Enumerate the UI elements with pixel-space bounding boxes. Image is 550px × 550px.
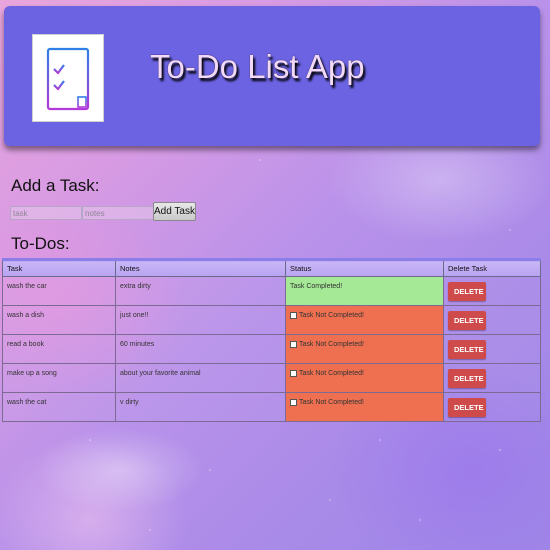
status-cell-completed[interactable]: Task Completed! <box>285 276 444 306</box>
status-text: Task Not Completed! <box>299 399 364 406</box>
delete-cell: DELETE <box>443 305 541 335</box>
delete-cell: DELETE <box>443 363 541 393</box>
app-header: To-Do List App <box>4 6 540 146</box>
delete-button[interactable]: DELETE <box>448 282 486 301</box>
notes-text: about your favorite animal <box>120 370 201 377</box>
status-wrap: Task Not Completed! <box>290 335 439 348</box>
notes-cell: v dirty <box>115 392 286 422</box>
task-cell: wash the cat <box>2 392 116 422</box>
column-header-notes: Notes <box>115 258 286 277</box>
table-row: make up a song about your favorite anima… <box>2 363 541 393</box>
complete-checkbox[interactable] <box>290 370 297 377</box>
todos-heading: To-Dos: <box>11 234 70 253</box>
task-input[interactable] <box>10 206 82 220</box>
add-task-heading: Add a Task: <box>11 176 100 195</box>
checklist-icon <box>46 47 90 111</box>
complete-checkbox[interactable] <box>290 341 297 348</box>
add-task-button[interactable]: Add Task <box>153 202 196 221</box>
notes-text: v dirty <box>120 399 139 406</box>
status-cell-not-completed: Task Not Completed! <box>285 363 444 393</box>
task-cell: make up a song <box>2 363 116 393</box>
table-row: wash the cat v dirty Task Not Completed!… <box>2 392 541 422</box>
table-row: read a book 60 minutes Task Not Complete… <box>2 334 541 364</box>
task-text: read a book <box>7 341 44 348</box>
notes-text: just one!! <box>120 312 149 319</box>
notes-input[interactable] <box>82 206 156 220</box>
column-header-delete: Delete Task <box>443 258 541 277</box>
status-text: Task Not Completed! <box>299 312 364 319</box>
status-wrap: Task Not Completed! <box>290 364 439 377</box>
delete-cell: DELETE <box>443 276 541 306</box>
delete-button[interactable]: DELETE <box>448 369 486 388</box>
status-text: Task Not Completed! <box>299 370 364 377</box>
notes-cell: extra dirty <box>115 276 286 306</box>
delete-button[interactable]: DELETE <box>448 311 486 330</box>
column-header-task: Task <box>2 258 116 277</box>
column-header-status: Status <box>285 258 444 277</box>
task-cell: read a book <box>2 334 116 364</box>
notes-cell: just one!! <box>115 305 286 335</box>
table-row: wash the car extra dirty Task Completed!… <box>2 276 541 306</box>
status-text: Task Not Completed! <box>299 341 364 348</box>
notes-text: 60 minutes <box>120 341 155 348</box>
app-logo <box>32 34 104 122</box>
notes-cell: 60 minutes <box>115 334 286 364</box>
status-cell-not-completed: Task Not Completed! <box>285 392 444 422</box>
task-text: wash the cat <box>7 399 47 406</box>
table-row: wash a dish just one!! Task Not Complete… <box>2 305 541 335</box>
app-title: To-Do List App <box>150 48 365 85</box>
task-cell: wash the car <box>2 276 116 306</box>
task-text: make up a song <box>7 370 57 377</box>
complete-checkbox[interactable] <box>290 312 297 319</box>
delete-cell: DELETE <box>443 392 541 422</box>
todo-table: Task Notes Status Delete Task wash the c… <box>2 258 541 422</box>
status-text: Task Completed! <box>290 283 343 290</box>
delete-button[interactable]: DELETE <box>448 340 486 359</box>
task-text: wash the car <box>7 283 47 290</box>
task-cell: wash a dish <box>2 305 116 335</box>
notes-cell: about your favorite animal <box>115 363 286 393</box>
notes-text: extra dirty <box>120 283 151 290</box>
status-cell-not-completed: Task Not Completed! <box>285 305 444 335</box>
delete-button[interactable]: DELETE <box>448 398 486 417</box>
status-wrap: Task Not Completed! <box>290 306 439 319</box>
status-wrap: Task Not Completed! <box>290 393 439 406</box>
complete-checkbox[interactable] <box>290 399 297 406</box>
delete-cell: DELETE <box>443 334 541 364</box>
table-header-row: Task Notes Status Delete Task <box>2 258 541 277</box>
task-text: wash a dish <box>7 312 44 319</box>
status-cell-not-completed: Task Not Completed! <box>285 334 444 364</box>
